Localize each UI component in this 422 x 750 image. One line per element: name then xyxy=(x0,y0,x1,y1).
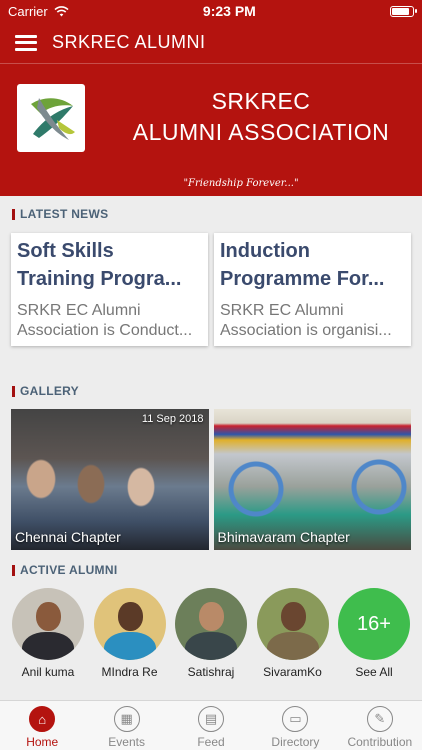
see-all-label: See All xyxy=(355,665,393,679)
news-headline: Induction Programme For... xyxy=(220,240,385,290)
tab-events[interactable]: ▦ Events xyxy=(84,701,168,750)
folder-icon: ▭ xyxy=(282,706,309,732)
app-title: SRKREC ALUMNI xyxy=(52,32,206,52)
news-list: Soft Skills Training Progra... SRKR EC Al… xyxy=(0,233,422,346)
status-bar: Carrier 9:23 PM xyxy=(0,0,422,22)
news-headline: Soft Skills Training Progra... xyxy=(17,240,182,290)
avatar xyxy=(256,588,329,660)
calendar-icon: ▦ xyxy=(113,706,140,732)
gallery-label: Chennai Chapter xyxy=(15,529,121,545)
news-card[interactable]: Soft Skills Training Progra... SRKR EC Al… xyxy=(11,233,208,346)
gallery-label: Bhimavaram Chapter xyxy=(217,529,350,545)
gallery-list: 11 Sep 2018 Chennai Chapter Bhimavaram C… xyxy=(0,409,422,550)
tab-feed[interactable]: ▤ Feed xyxy=(169,701,253,750)
tab-contribution[interactable]: ✎ Contribution xyxy=(338,701,422,750)
avatar xyxy=(12,588,84,660)
alumni-item[interactable]: Satishraj xyxy=(174,588,248,679)
alumni-list: Anil kuma MIndra Re Satishraj SivaramKo … xyxy=(0,588,422,679)
clock: 9:23 PM xyxy=(202,3,256,19)
avatar xyxy=(93,588,166,660)
top-header: Carrier 9:23 PM SRKREC ALUMNI xyxy=(0,0,422,64)
see-all-button[interactable]: 16+ See All xyxy=(337,588,411,679)
alumni-name: Anil kuma xyxy=(21,665,75,679)
gallery-item[interactable]: Bhimavaram Chapter xyxy=(213,409,411,550)
gallery-date: 11 Sep 2018 xyxy=(141,413,204,425)
avatar xyxy=(175,588,247,660)
section-heading-gallery: GALLERY xyxy=(0,379,422,403)
news-card[interactable]: Induction Programme For... SRKR EC Alumni… xyxy=(214,233,411,346)
alumni-name: SivaramKo xyxy=(263,665,322,679)
news-excerpt: SRKR EC Alumni Association is organisi... xyxy=(220,302,392,339)
section-heading-alumni: ACTIVE ALUMNI xyxy=(0,558,422,582)
pencil-icon: ✎ xyxy=(366,706,393,732)
news-excerpt: SRKR EC Alumni Association is Conduct... xyxy=(17,302,193,339)
feed-icon: ▤ xyxy=(198,706,225,732)
gallery-item[interactable]: 11 Sep 2018 Chennai Chapter xyxy=(11,409,209,550)
alumni-name: MIndra Re xyxy=(101,665,158,679)
menu-icon[interactable] xyxy=(15,34,37,51)
battery-icon xyxy=(390,5,417,17)
wifi-icon xyxy=(54,5,69,16)
home-icon: ⌂ xyxy=(29,706,56,732)
college-logo xyxy=(17,84,85,152)
section-heading-news: LATEST NEWS xyxy=(0,202,422,226)
alumni-item[interactable]: MIndra Re xyxy=(93,588,167,679)
alumni-item[interactable]: Anil kuma xyxy=(11,588,85,679)
association-name: SRKREC ALUMNI ASSOCIATION xyxy=(132,88,390,145)
alumni-name: Satishraj xyxy=(187,665,235,679)
tab-bar: ⌂ Home ▦ Events ▤ Feed ▭ Directory ✎ Con… xyxy=(0,700,422,750)
tab-directory[interactable]: ▭ Directory xyxy=(253,701,337,750)
motto: "Friendship Forever..." xyxy=(183,178,299,189)
alumni-count-badge: 16+ xyxy=(338,588,410,660)
tab-home[interactable]: ⌂ Home xyxy=(0,701,84,750)
alumni-item[interactable]: SivaramKo xyxy=(256,588,330,679)
navigation-bar: SRKREC ALUMNI xyxy=(0,22,422,64)
association-banner: SRKREC ALUMNI ASSOCIATION "Friendship Fo… xyxy=(0,64,422,196)
carrier-label: Carrier xyxy=(8,3,48,19)
